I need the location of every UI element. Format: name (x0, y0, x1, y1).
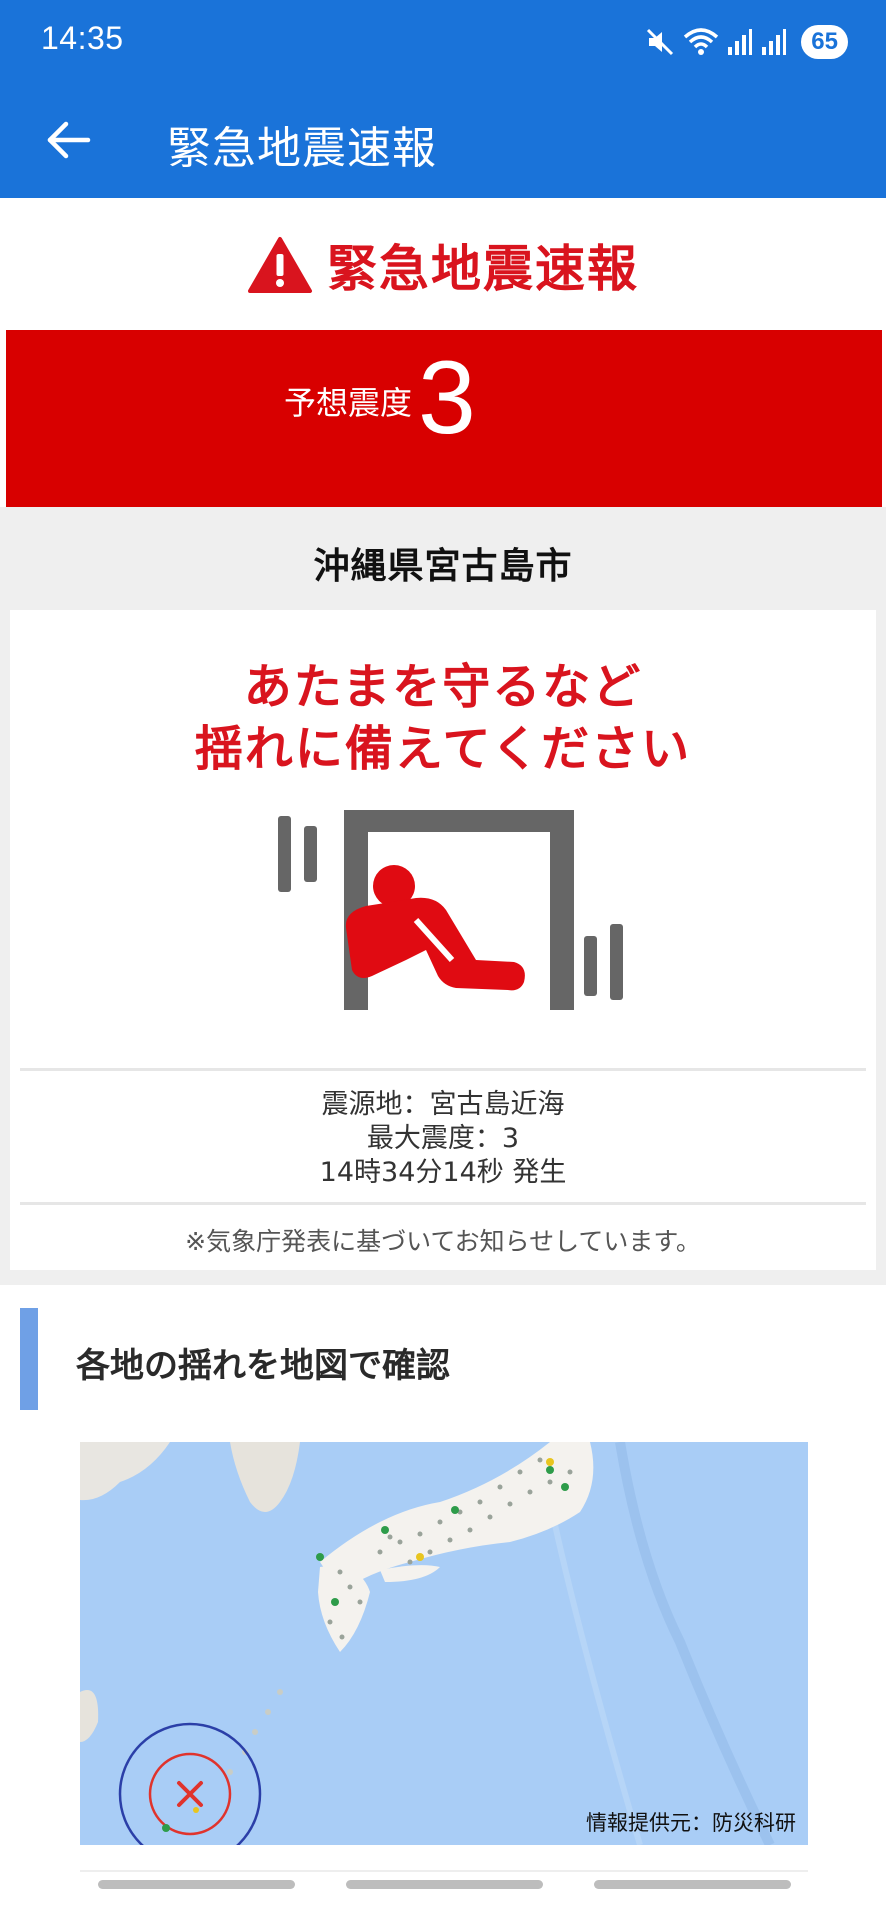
app-bar-title: 緊急地震速報 (167, 123, 437, 174)
status-time: 14:35 (41, 20, 124, 56)
signal-icon (762, 29, 787, 55)
map-graphic (80, 1442, 775, 1845)
app-bar: 緊急地震速報 (0, 84, 886, 198)
advice-text: あたまを守るなど 揺れに備えてください (10, 656, 876, 780)
battery-level: 65 (801, 25, 848, 59)
pager-indicator-3[interactable] (594, 1880, 791, 1889)
status-icons: 65 (645, 22, 848, 62)
alert-detail-area: 沖縄県宮古島市 あたまを守るなど 揺れに備えてください 震源地：宮古島近海 最大… (0, 507, 886, 1285)
carousel-pager (80, 1870, 808, 1890)
pager-divider (80, 1870, 808, 1872)
advice-line-2: 揺れに備えてください (194, 721, 692, 777)
advice-card: あたまを守るなど 揺れに備えてください 震源地：宮古島近海 最大震度：3 14時… (10, 610, 876, 1270)
intensity-value: 3 (418, 340, 476, 456)
occurred-time-text: 14時34分14秒 発生 (319, 1157, 567, 1188)
divider (20, 1202, 866, 1205)
shaking-map[interactable]: 情報提供元：防災科研 (80, 1442, 808, 1845)
map-credit: 情報提供元：防災科研 (586, 1811, 796, 1835)
alert-title: 緊急地震速報 (327, 240, 639, 298)
top-bar: 14:35 65 緊急地震速報 (0, 0, 886, 198)
mute-icon (647, 28, 674, 56)
map-section-header: 各地の揺れを地図で確認 (20, 1308, 866, 1410)
intensity-band: 予想震度 3 (6, 330, 882, 507)
source-note: ※気象庁発表に基づいてお知らせしています。 (185, 1227, 701, 1256)
region-name: 沖縄県宮古島市 (313, 546, 573, 587)
signal-icon (728, 29, 753, 55)
pager-indicator-2[interactable] (346, 1880, 543, 1889)
advice-line-1: あたまを守るなど (243, 659, 643, 715)
alert-heading: 緊急地震速報 (0, 230, 886, 300)
divider (20, 1068, 866, 1071)
pager-indicator-1[interactable] (98, 1880, 295, 1889)
intensity-label: 予想震度 (284, 384, 413, 422)
section-accent-bar (20, 1308, 38, 1410)
status-bar: 14:35 65 (0, 0, 886, 84)
wifi-icon (684, 28, 719, 55)
warning-triangle-icon (248, 237, 312, 293)
arrow-back-icon[interactable] (40, 112, 96, 168)
take-cover-under-table-icon (278, 810, 623, 1010)
epicenter-text: 震源地：宮古島近海 (321, 1089, 565, 1120)
quake-info: 震源地：宮古島近海 最大震度：3 14時34分14秒 発生 (10, 1088, 876, 1190)
max-intensity-text: 最大震度：3 (366, 1123, 520, 1154)
map-section-title: 各地の揺れを地図で確認 (76, 1346, 450, 1386)
